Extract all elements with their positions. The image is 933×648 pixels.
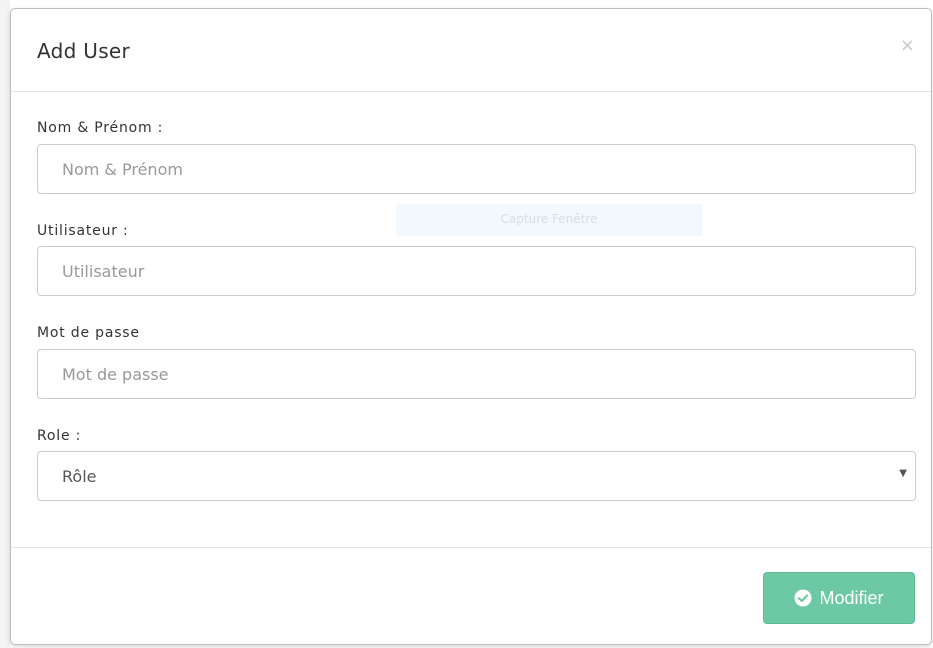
fullname-label: Nom & Prénom : <box>37 120 164 136</box>
role-label: Role : <box>37 428 82 444</box>
check-circle-icon <box>794 589 812 607</box>
username-input[interactable] <box>37 246 916 296</box>
role-select[interactable]: Rôle ▼ <box>37 451 916 501</box>
password-label: Mot de passe <box>37 325 140 341</box>
password-input[interactable] <box>37 349 916 399</box>
fullname-input[interactable] <box>37 144 916 194</box>
capture-window-overlay: Capture Fenêtre <box>396 204 702 236</box>
add-user-modal: Add User × Nom & Prénom : Utilisateur : … <box>10 8 932 645</box>
modal-header: Add User × <box>11 9 931 92</box>
page-backdrop <box>0 0 10 648</box>
modifier-button[interactable]: Modifier <box>763 572 915 624</box>
username-label: Utilisateur : <box>37 223 129 239</box>
modal-footer: Modifier <box>11 547 931 646</box>
caret-down-icon: ▼ <box>899 468 907 479</box>
modifier-button-label: Modifier <box>819 587 884 608</box>
close-icon[interactable]: × <box>900 37 915 55</box>
role-select-value: Rôle <box>62 467 97 486</box>
modal-title: Add User <box>37 39 131 63</box>
